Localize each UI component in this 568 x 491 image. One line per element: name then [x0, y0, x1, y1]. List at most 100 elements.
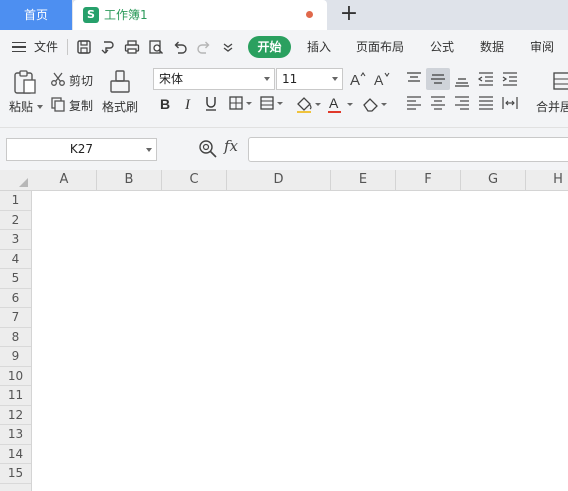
- font-family-select[interactable]: 宋体: [153, 68, 275, 90]
- font-family-value: 宋体: [159, 72, 184, 86]
- align-middle-icon: [431, 74, 445, 84]
- merge-button-label[interactable]: 合并居: [536, 98, 568, 115]
- row-header[interactable]: 5: [0, 269, 31, 289]
- name-box[interactable]: K27: [6, 138, 157, 161]
- font-size-value: 11: [282, 72, 298, 86]
- cell-reference: K27: [69, 142, 94, 156]
- tab-workbook-title: 工作簿1: [104, 8, 148, 22]
- font-color-icon[interactable]: A: [327, 95, 355, 113]
- row-header[interactable]: 11: [0, 386, 31, 406]
- row-header[interactable]: 8: [0, 328, 31, 347]
- row-header[interactable]: 13: [0, 425, 31, 445]
- tab-home[interactable]: 首页: [0, 0, 72, 30]
- column-header-row: A B C D E F G H: [0, 170, 568, 191]
- copy-button-label[interactable]: 复制: [69, 97, 93, 114]
- unsaved-dot-icon[interactable]: [306, 11, 313, 18]
- indent-decrease-icon[interactable]: [477, 70, 495, 88]
- paste-icon[interactable]: [12, 69, 38, 95]
- copy-icon[interactable]: [50, 96, 66, 112]
- tab-workbook[interactable]: S 工作簿1: [73, 0, 327, 30]
- tab-formulas[interactable]: 公式: [430, 30, 454, 64]
- file-menu[interactable]: 文件: [12, 30, 66, 64]
- align-bottom-icon[interactable]: [453, 70, 471, 88]
- distributed-align-icon[interactable]: [501, 94, 519, 112]
- column-header-h[interactable]: H: [526, 170, 568, 190]
- redo-icon[interactable]: [196, 39, 212, 55]
- eraser-icon[interactable]: [361, 95, 389, 113]
- bold-icon[interactable]: B: [157, 95, 173, 111]
- decrease-font-icon[interactable]: A: [373, 70, 391, 88]
- underline-icon[interactable]: [203, 95, 219, 111]
- chevron-down-icon: [332, 77, 338, 81]
- svg-text:A: A: [374, 72, 384, 88]
- font-size-select[interactable]: 11: [276, 68, 343, 90]
- column-header-e[interactable]: E: [331, 170, 396, 190]
- scissors-icon[interactable]: [50, 71, 66, 87]
- column-header-f[interactable]: F: [396, 170, 461, 190]
- row-header[interactable]: 10: [0, 367, 31, 386]
- chevron-down-icon: [264, 77, 270, 81]
- increase-font-icon[interactable]: A: [349, 70, 367, 88]
- tab-data[interactable]: 数据: [480, 30, 504, 64]
- formula-input[interactable]: [248, 137, 568, 162]
- menu-bar: 文件 开始 插入 页面布局 公式 数据 审阅: [0, 30, 568, 64]
- justify-icon[interactable]: [477, 94, 495, 112]
- formula-bar: K27 fx: [0, 128, 568, 170]
- select-all-corner[interactable]: [0, 170, 32, 190]
- spreadsheet-file-icon: S: [83, 7, 99, 23]
- chevron-down-icon[interactable]: [220, 39, 236, 55]
- print-preview-icon[interactable]: [148, 39, 164, 55]
- align-left-icon[interactable]: [405, 94, 423, 112]
- column-header-d[interactable]: D: [227, 170, 331, 190]
- fill-color-icon[interactable]: [295, 95, 323, 113]
- row-header[interactable]: 14: [0, 445, 31, 464]
- format-painter-label[interactable]: 格式刷: [102, 98, 138, 115]
- menu-divider: [67, 39, 68, 55]
- column-header-b[interactable]: B: [97, 170, 162, 190]
- cut-button-label[interactable]: 剪切: [69, 72, 93, 89]
- row-header[interactable]: 6: [0, 289, 31, 308]
- svg-text:I: I: [184, 97, 191, 111]
- row-header-column: 1 2 3 4 5 6 7 8 9 10 11 12 13 14 15: [0, 191, 32, 491]
- function-icon[interactable]: fx: [224, 137, 238, 155]
- align-right-icon[interactable]: [453, 94, 471, 112]
- undo-icon[interactable]: [172, 39, 188, 55]
- save-icon[interactable]: [76, 39, 92, 55]
- column-header-a[interactable]: A: [32, 170, 97, 190]
- align-top-icon[interactable]: [405, 70, 423, 88]
- tab-page-layout[interactable]: 页面布局: [356, 30, 404, 64]
- chevron-down-icon: [146, 148, 152, 152]
- hamburger-icon: [12, 42, 26, 52]
- merge-cells-icon[interactable]: [552, 70, 568, 92]
- paste-dropdown-icon[interactable]: [37, 105, 43, 109]
- tab-start[interactable]: 开始: [248, 36, 291, 58]
- border-icon[interactable]: [228, 95, 254, 111]
- indent-increase-icon[interactable]: [501, 70, 519, 88]
- new-tab-button[interactable]: +: [337, 3, 361, 27]
- file-menu-label: 文件: [34, 40, 59, 54]
- column-header-c[interactable]: C: [162, 170, 227, 190]
- spreadsheet-app: 首页 S 工作簿1 + 文件 开始 插入 页面布局 公式 数据 审阅 粘贴 剪切…: [0, 0, 568, 491]
- row-header[interactable]: 7: [0, 308, 31, 328]
- row-header[interactable]: 9: [0, 347, 31, 367]
- print-icon[interactable]: [124, 39, 140, 55]
- zoom-search-icon[interactable]: [198, 139, 218, 159]
- row-header[interactable]: 1: [0, 191, 31, 211]
- row-header[interactable]: 4: [0, 250, 31, 269]
- row-header[interactable]: 15: [0, 464, 31, 484]
- row-header[interactable]: 2: [0, 211, 31, 230]
- align-center-icon[interactable]: [429, 94, 447, 112]
- italic-icon[interactable]: I: [180, 95, 196, 111]
- fill-style-icon[interactable]: [259, 95, 285, 111]
- tab-bar: 首页 S 工作簿1 +: [0, 0, 568, 30]
- row-header[interactable]: 3: [0, 230, 31, 250]
- paste-button-label[interactable]: 粘贴: [9, 98, 33, 115]
- svg-text:A: A: [329, 95, 339, 111]
- format-painter-icon[interactable]: [107, 69, 133, 95]
- row-header[interactable]: 12: [0, 406, 31, 425]
- export-icon[interactable]: [100, 39, 116, 55]
- tab-insert[interactable]: 插入: [307, 30, 331, 64]
- cell-grid[interactable]: [32, 191, 568, 491]
- column-header-g[interactable]: G: [461, 170, 526, 190]
- tab-review[interactable]: 审阅: [530, 30, 554, 64]
